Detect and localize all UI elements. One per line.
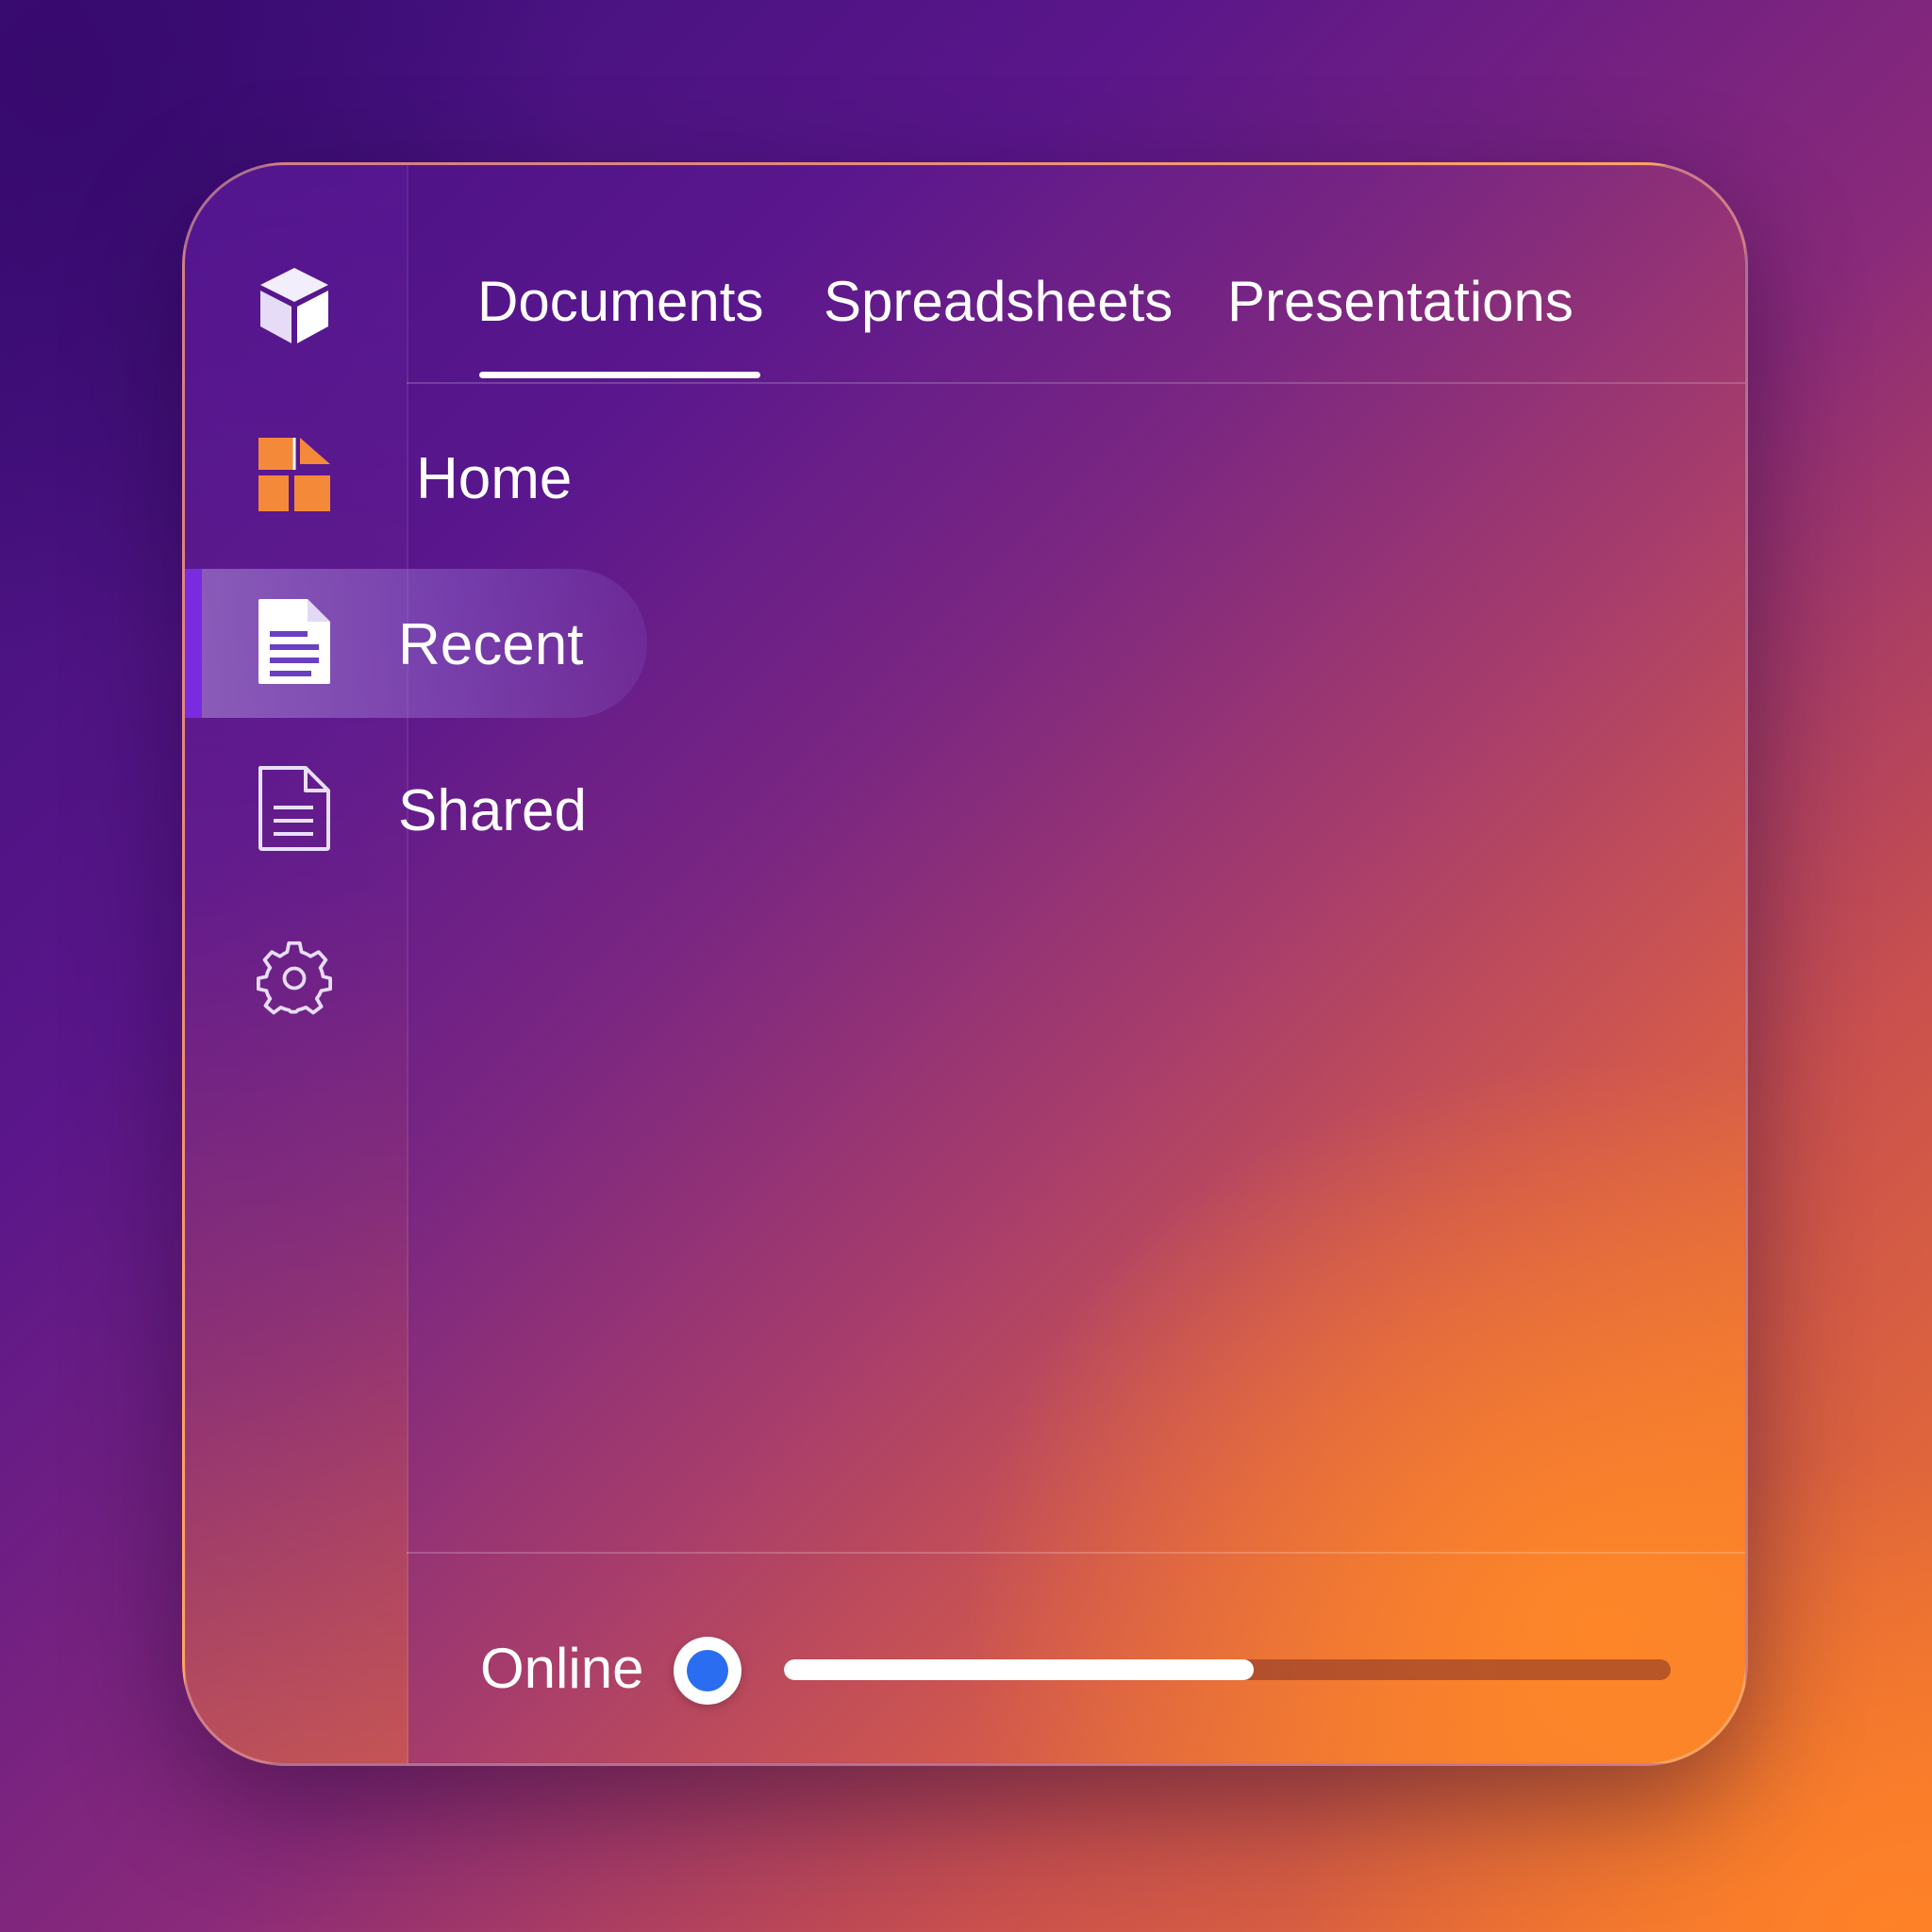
status-dot (687, 1650, 728, 1691)
tab-presentations[interactable]: Presentations (1227, 274, 1574, 330)
status-indicator (674, 1637, 741, 1705)
document-filled-icon[interactable] (257, 599, 332, 684)
sidebar-item-shared[interactable]: Shared (398, 782, 587, 841)
home-grid-icon[interactable] (257, 437, 332, 512)
progress-bar[interactable] (784, 1659, 1671, 1680)
progress-fill (784, 1659, 1255, 1680)
sidebar-item-recent[interactable]: Recent (398, 616, 583, 675)
tab-spreadsheets[interactable]: Spreadsheets (824, 274, 1173, 330)
status-label: Online (480, 1637, 644, 1700)
status-bar: Online (407, 1552, 1745, 1763)
selected-indicator (185, 569, 202, 718)
cube-icon[interactable] (257, 267, 332, 343)
sidebar (185, 165, 647, 1763)
active-tab-underline (479, 372, 760, 378)
tab-documents[interactable]: Documents (477, 274, 763, 330)
tab-bar: Documents Spreadsheets Presentations (407, 165, 1745, 384)
app-window: Home Recent Shared Documents Spreadsheet… (182, 162, 1748, 1766)
gear-icon[interactable] (257, 941, 332, 1016)
document-outline-icon[interactable] (257, 766, 332, 851)
sidebar-item-home[interactable]: Home (416, 450, 572, 508)
